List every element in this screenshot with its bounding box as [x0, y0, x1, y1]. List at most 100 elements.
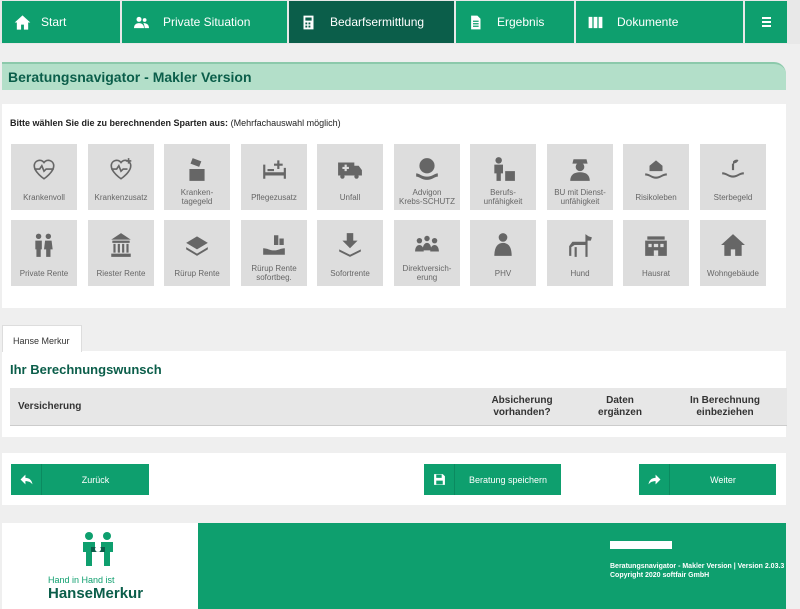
hand-coin-icon — [189, 158, 205, 181]
tile-bu-dienstunfaehigkeit[interactable]: BU mit Dienst- unfähigkeit — [547, 144, 613, 210]
tile-ruerup-rente[interactable]: Rürup Rente — [164, 220, 230, 286]
elderly-couple-icon — [35, 233, 53, 257]
wish-table-header: Versicherung Absicherung vorhanden? Date… — [10, 388, 787, 426]
footer-version: Beratungsnavigator - Makler Version | Ve… — [610, 563, 785, 570]
arrow-right-icon — [648, 474, 660, 485]
tile-label: Hund — [570, 268, 590, 278]
back-button-label: Zurück — [41, 464, 149, 495]
dog-icon — [569, 234, 592, 257]
save-icon — [433, 474, 445, 485]
tile-label: BU mit Dienst- unfähigkeit — [554, 188, 606, 206]
tile-label: Berufs- unfähigkeit — [483, 188, 523, 206]
shield-hands-icon — [416, 158, 438, 180]
col-in-berechnung: In Berechnung einbeziehen — [689, 395, 760, 418]
top-nav: Start Private Situation Bedarfsermittlun… — [0, 0, 800, 44]
officer-icon — [570, 159, 590, 181]
document-icon — [471, 15, 481, 29]
tile-label: Sofortrente — [330, 268, 370, 278]
save-button[interactable]: Beratung speichern — [424, 464, 561, 495]
selection-prompt-note: (Mehrfachauswahl möglich) — [230, 118, 341, 128]
selection-prompt-text: Bitte wählen Sie die zu berechnenden Spa… — [10, 118, 229, 128]
page-title-bar: Beratungsnavigator - Makler Version — [2, 62, 786, 90]
col-absicherung: Absicherung vorhanden? — [491, 395, 553, 418]
nav-dokumente[interactable]: Dokumente — [576, 1, 743, 43]
tile-label: Advigon Krebs-SCHUTZ — [398, 188, 455, 206]
tile-label: PHV — [494, 268, 512, 278]
tile-sterbegeld[interactable]: Sterbegeld — [700, 144, 766, 210]
calculator-icon — [303, 15, 314, 29]
person-icon — [494, 233, 512, 256]
house-hand-icon — [645, 160, 667, 179]
tile-label: Risikoleben — [635, 192, 677, 202]
back-button[interactable]: Zurück — [11, 464, 149, 495]
save-button-label: Beratung speichern — [454, 464, 561, 495]
wish-title: Ihr Berechnungswunsch — [10, 362, 162, 377]
hansemerkur-logo-icon — [83, 532, 113, 566]
tile-label: Sterbegeld — [713, 192, 753, 202]
money-stack-icon — [186, 236, 208, 256]
logo-tagline: Hand in Hand ist — [48, 575, 115, 585]
nav-private-situation-label: Private Situation — [163, 15, 251, 29]
arrow-left-icon — [20, 474, 32, 485]
ambulance-icon — [338, 162, 362, 179]
tile-sofortrente[interactable]: Sofortrente — [317, 220, 383, 286]
tile-krankentagegeld[interactable]: Kranken- tagegeld — [164, 144, 230, 210]
tile-pflegezusatz[interactable]: Pflegezusatz — [241, 144, 307, 210]
tile-label: Hausrat — [641, 268, 670, 278]
tile-riester-rente[interactable]: Riester Rente — [88, 220, 154, 286]
home-icon — [14, 14, 31, 30]
next-button-label: Weiter — [669, 464, 776, 495]
footer-divider — [610, 541, 672, 549]
tile-hausrat[interactable]: Hausrat — [623, 220, 689, 286]
hamburger-icon — [761, 17, 771, 19]
tile-hund[interactable]: Hund — [547, 220, 613, 286]
tile-unfall[interactable]: Unfall — [317, 144, 383, 210]
tile-phv[interactable]: PHV — [470, 220, 536, 286]
tile-label: Private Rente — [19, 268, 69, 278]
tile-private-rente[interactable]: Private Rente — [11, 220, 77, 286]
tile-krankenzusatz[interactable]: Krankenzusatz — [88, 144, 154, 210]
tile-ruerup-rente-sofortbeg[interactable]: Rürup Rente sofortbeg. — [241, 220, 307, 286]
menu-button[interactable] — [745, 1, 787, 43]
nav-bedarfsermittlung[interactable]: Bedarfsermittlung — [289, 1, 454, 43]
logo-wordmark: HanseMerkur — [48, 585, 144, 602]
tile-direktversicherung[interactable]: Direktversich- erung — [394, 220, 460, 286]
selection-prompt: Bitte wählen Sie die zu berechnenden Spa… — [10, 118, 341, 128]
tile-label: Pflegezusatz — [251, 192, 297, 202]
tile-label: Krankenzusatz — [94, 192, 148, 202]
government-building-icon — [111, 233, 131, 257]
heart-plus-icon — [110, 158, 132, 180]
users-icon — [134, 16, 149, 28]
tile-label: Direktversich- erung — [402, 264, 452, 282]
tile-berufsunfaehigkeit[interactable]: Berufs- unfähigkeit — [470, 144, 536, 210]
page-title: Beratungsnavigator - Makler Version — [8, 69, 252, 85]
hand-coins-icon — [263, 235, 285, 255]
worker-icon — [494, 157, 515, 181]
nav-dokumente-label: Dokumente — [617, 15, 679, 29]
tile-label: Kranken- tagegeld — [180, 188, 214, 206]
footer-info: Beratungsnavigator - Makler Version | Ve… — [610, 562, 784, 580]
tile-krankenvoll[interactable]: Krankenvoll — [11, 144, 77, 210]
hand-plant-icon — [722, 159, 744, 178]
tile-label: Rürup Rente sofortbeg. — [251, 264, 297, 282]
tile-label: Riester Rente — [96, 268, 146, 278]
tile-wohngebaeude[interactable]: Wohngebäude — [700, 220, 766, 286]
heart-pulse-icon — [33, 159, 55, 180]
folders-icon — [588, 16, 603, 28]
tile-advigon[interactable]: Advigon Krebs-SCHUTZ — [394, 144, 460, 210]
tab-label: Hanse Merkur — [13, 336, 70, 346]
nav-ergebnis[interactable]: Ergebnis — [456, 1, 574, 43]
nav-bedarfsermittlung-label: Bedarfsermittlung — [330, 15, 425, 29]
tile-label: Wohngebäude — [707, 268, 759, 278]
col-versicherung: Versicherung — [18, 401, 82, 412]
next-button[interactable]: Weiter — [639, 464, 776, 495]
tile-label: Unfall — [339, 192, 361, 202]
building-icon — [645, 236, 667, 256]
nav-start[interactable]: Start — [2, 1, 120, 43]
nav-ergebnis-label: Ergebnis — [497, 15, 545, 29]
tab-hanse-merkur[interactable]: Hanse Merkur — [2, 325, 82, 352]
tile-risikoleben[interactable]: Risikoleben — [623, 144, 689, 210]
col-daten-ergaenzen: Daten ergänzen — [598, 395, 642, 418]
footer-copyright: Copyright 2020 softfair GmbH — [610, 572, 710, 579]
nav-private-situation[interactable]: Private Situation — [122, 1, 287, 43]
